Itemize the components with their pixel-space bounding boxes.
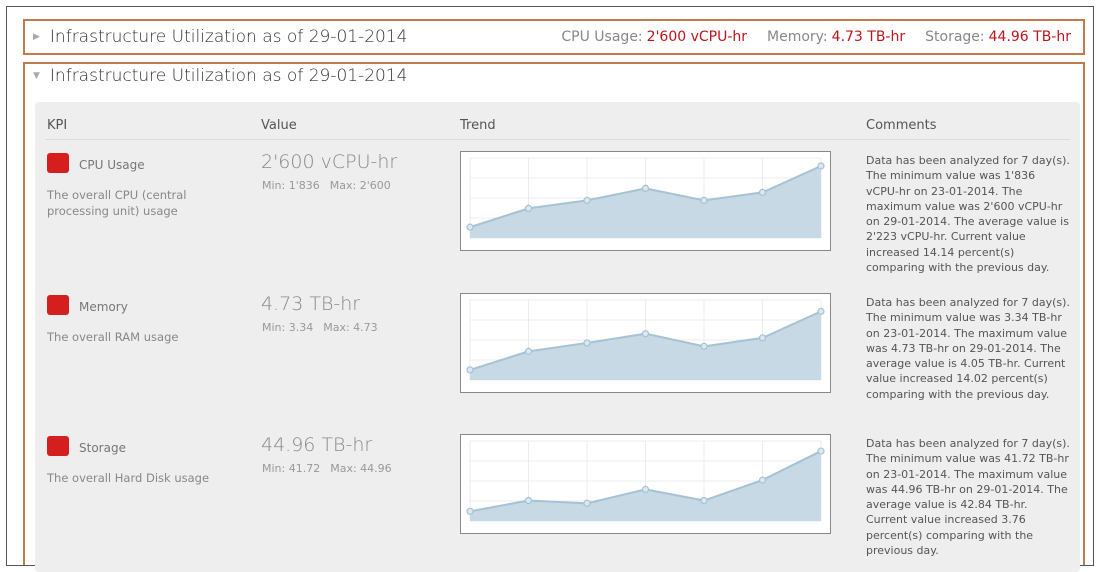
trend-point bbox=[583, 499, 591, 507]
collapsed-section-title: Infrastructure Utilization as of 29-01-2… bbox=[49, 27, 408, 47]
column-header-value: Value bbox=[261, 118, 297, 133]
trend-point bbox=[641, 485, 650, 493]
trend-point bbox=[758, 188, 767, 197]
collapsed-section-header[interactable]: ▶ Infrastructure Utilization as of 29-01… bbox=[23, 19, 1085, 55]
trend-point bbox=[466, 223, 474, 231]
trend-chart bbox=[460, 293, 831, 393]
trend-point bbox=[817, 447, 825, 455]
kpi-min: Min: 3.34 bbox=[262, 321, 314, 334]
kpi-min: Min: 1'836 bbox=[262, 179, 320, 192]
trend-chart-svg bbox=[466, 157, 825, 239]
trend-point bbox=[524, 496, 533, 505]
kpi-row-storage: Storage The overall Hard Disk usage 44.9… bbox=[35, 424, 1080, 564]
trend-point bbox=[700, 196, 708, 205]
trend-point bbox=[758, 476, 767, 484]
kpi-min-max: Min: 3.34 Max: 4.73 bbox=[262, 321, 388, 334]
trend-point bbox=[466, 507, 474, 515]
trend-point bbox=[524, 204, 533, 213]
kpi-description: The overall RAM usage bbox=[47, 330, 179, 344]
expanded-section: ▼ Infrastructure Utilization as of 29-01… bbox=[23, 62, 1085, 572]
kpi-max: Max: 4.73 bbox=[323, 321, 378, 334]
column-header-comments: Comments bbox=[866, 118, 937, 133]
kpi-row-cpu: CPU Usage The overall CPU (central proce… bbox=[35, 141, 1080, 281]
kpi-description: The overall CPU (central processing unit… bbox=[47, 188, 187, 218]
trend-point bbox=[641, 184, 650, 193]
trend-chart bbox=[460, 151, 831, 251]
column-header-trend: Trend bbox=[460, 118, 496, 133]
kpi-name: Memory bbox=[79, 300, 128, 314]
trend-point bbox=[641, 330, 650, 338]
kpi-comment: Data has been analyzed for 7 day(s). The… bbox=[866, 154, 1070, 275]
trend-point bbox=[700, 496, 708, 505]
status-badge bbox=[47, 153, 69, 173]
kpi-name: Storage bbox=[79, 441, 126, 455]
column-header-kpi: KPI bbox=[47, 118, 68, 133]
kpi-comment: Data has been analyzed for 7 day(s). The… bbox=[866, 437, 1070, 558]
summary-metric-cpu: CPU Usage: 2'600 vCPU-hr bbox=[561, 29, 748, 45]
trend-point bbox=[817, 307, 825, 315]
kpi-table: KPI Value Trend Comments CPU Usage The o… bbox=[35, 102, 1080, 572]
expand-arrow-icon[interactable]: ▶ bbox=[33, 32, 40, 42]
kpi-description: The overall Hard Disk usage bbox=[47, 471, 210, 485]
kpi-min-max: Min: 41.72 Max: 44.96 bbox=[262, 462, 402, 475]
summary-metric-storage: Storage: 44.96 TB-hr bbox=[925, 29, 1071, 45]
kpi-row-memory: Memory The overall RAM usage 4.73 TB-hr … bbox=[35, 283, 1080, 423]
kpi-max: Max: 2'600 bbox=[329, 179, 391, 192]
trend-point bbox=[466, 366, 474, 374]
trend-point bbox=[583, 339, 591, 347]
collapse-arrow-icon[interactable]: ▼ bbox=[33, 71, 40, 81]
trend-point bbox=[817, 162, 825, 170]
status-badge bbox=[47, 295, 69, 315]
expanded-section-header[interactable]: ▼ Infrastructure Utilization as of 29-01… bbox=[25, 64, 1083, 88]
kpi-max: Max: 44.96 bbox=[330, 462, 392, 475]
trend-chart-svg bbox=[466, 440, 825, 522]
trend-point bbox=[524, 347, 533, 355]
trend-chart bbox=[460, 434, 831, 534]
kpi-comment: Data has been analyzed for 7 day(s). The… bbox=[866, 296, 1070, 401]
status-badge bbox=[47, 436, 69, 456]
kpi-name: CPU Usage bbox=[79, 158, 145, 172]
trend-point bbox=[583, 196, 591, 205]
kpi-value: 44.96 TB-hr bbox=[261, 434, 373, 456]
expanded-section-title: Infrastructure Utilization as of 29-01-2… bbox=[49, 66, 408, 86]
trend-point bbox=[758, 334, 767, 342]
kpi-value: 4.73 TB-hr bbox=[261, 293, 361, 315]
kpi-value: 2'600 vCPU-hr bbox=[261, 151, 398, 173]
kpi-min: Min: 41.72 bbox=[262, 462, 321, 475]
header-divider bbox=[45, 139, 1070, 140]
trend-point bbox=[700, 342, 708, 350]
trend-chart-svg bbox=[466, 299, 825, 381]
kpi-min-max: Min: 1'836 Max: 2'600 bbox=[262, 179, 401, 192]
summary-metrics: CPU Usage: 2'600 vCPU-hr Memory: 4.73 TB-h… bbox=[561, 29, 1071, 45]
summary-metric-memory: Memory: 4.73 TB-hr bbox=[767, 29, 906, 45]
